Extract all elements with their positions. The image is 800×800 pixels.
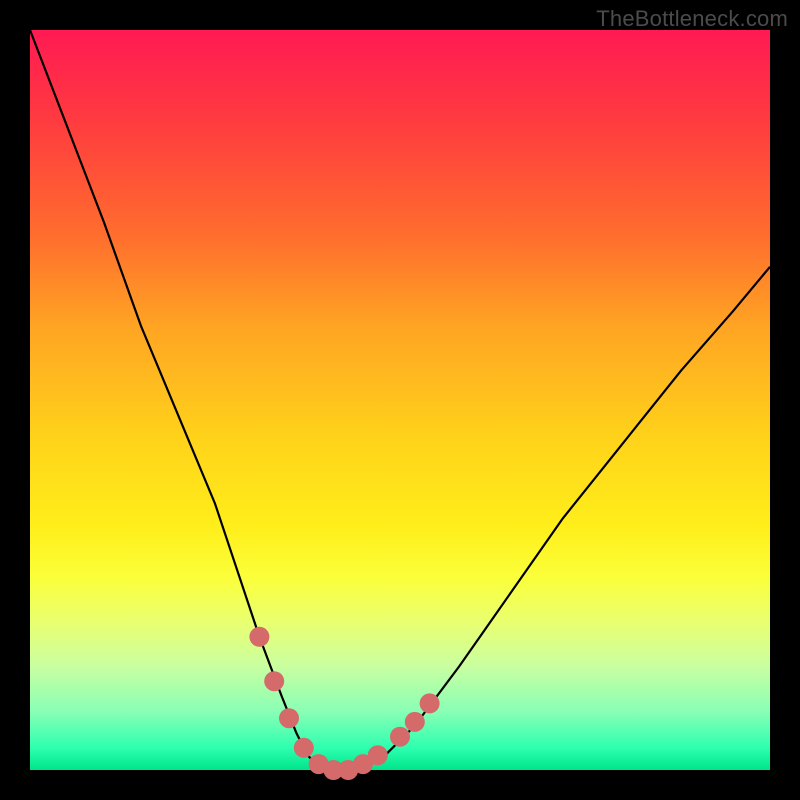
watermark-text: TheBottleneck.com <box>596 6 788 32</box>
curve-marker <box>294 738 314 758</box>
curve-marker <box>264 671 284 691</box>
chart-svg <box>30 30 770 770</box>
bottleneck-curve <box>30 30 770 770</box>
curve-marker <box>405 712 425 732</box>
curve-marker <box>249 627 269 647</box>
curve-marker <box>368 745 388 765</box>
curve-markers-group <box>249 627 439 780</box>
curve-marker <box>420 693 440 713</box>
curve-marker <box>279 708 299 728</box>
curve-marker <box>390 727 410 747</box>
